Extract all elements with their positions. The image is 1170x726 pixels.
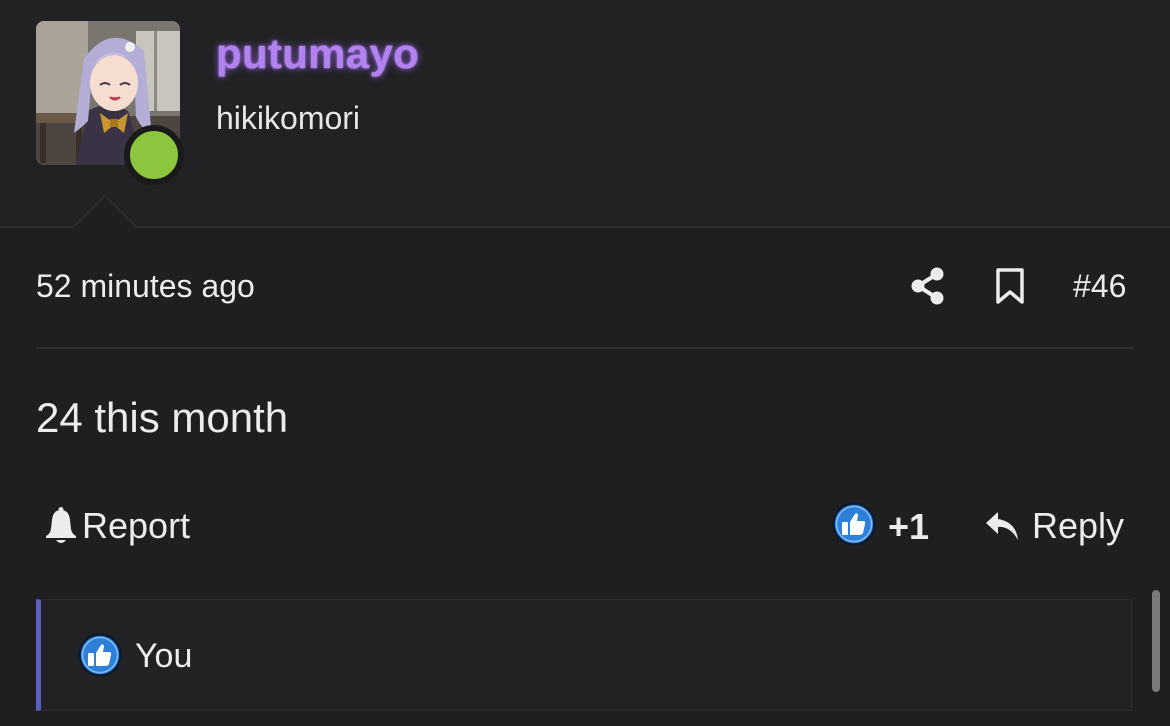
bookmark-icon	[996, 268, 1024, 304]
reply-button[interactable]: Reply	[984, 504, 1124, 548]
post-body-text: 24 this month	[36, 394, 289, 441]
reactions-list[interactable]: You	[36, 599, 1132, 711]
bookmark-button[interactable]	[990, 266, 1030, 306]
scrollbar[interactable]	[1152, 590, 1160, 692]
post-timestamp[interactable]: 52 minutes ago	[36, 268, 255, 305]
online-status-indicator	[124, 125, 184, 185]
thumbs-up-icon	[78, 633, 122, 677]
avatar-wrap[interactable]	[36, 21, 184, 185]
share-button[interactable]	[908, 266, 948, 306]
post-container: putumayo hikikomori 52 minutes ago #46 2…	[0, 0, 1170, 726]
reaction-icon	[78, 633, 122, 677]
username[interactable]: putumayo	[216, 30, 419, 78]
post-number-link[interactable]: #46	[1073, 268, 1126, 305]
bell-icon	[46, 507, 76, 543]
header-pointer-fill	[73, 197, 137, 229]
reaction-count[interactable]: +1	[888, 506, 929, 548]
reply-label: Reply	[1032, 505, 1125, 546]
user-header: putumayo hikikomori	[0, 0, 1170, 228]
reply-arrow-icon	[986, 512, 1018, 540]
report-button[interactable]: Report	[44, 504, 190, 548]
divider	[36, 347, 1134, 349]
share-icon	[911, 267, 944, 305]
report-label: Report	[82, 505, 191, 546]
reaction-user-name[interactable]: You	[135, 637, 192, 676]
user-title: hikikomori	[216, 100, 361, 136]
like-reaction-badge[interactable]	[832, 502, 876, 546]
thumbs-up-icon	[832, 502, 876, 546]
